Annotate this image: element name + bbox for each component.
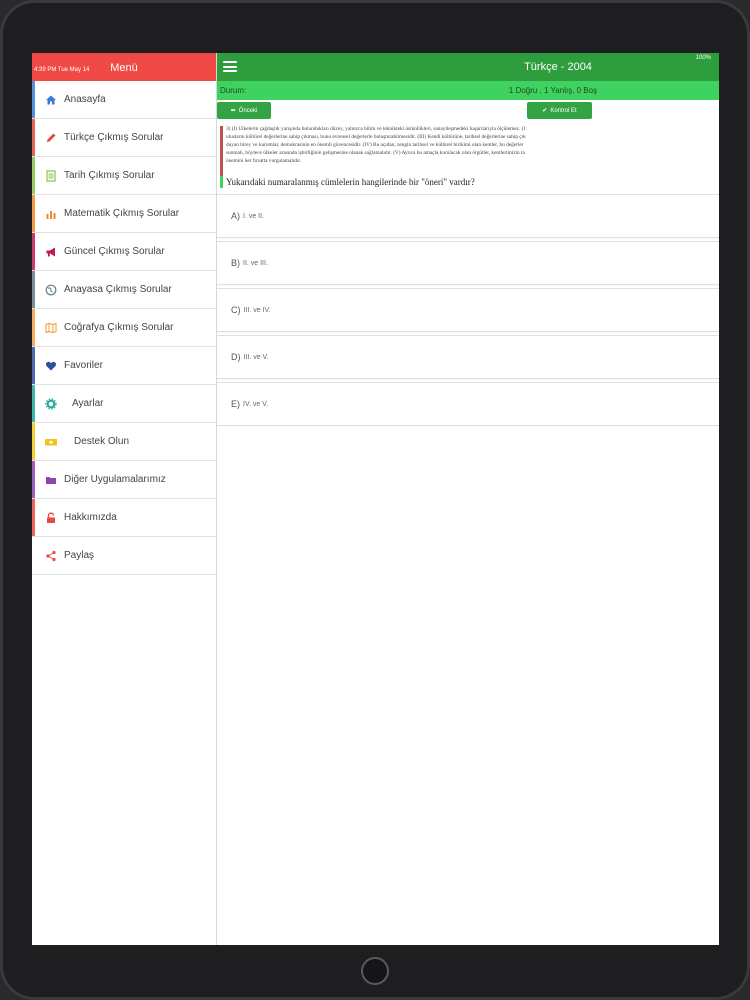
option-letter: E): [231, 399, 240, 409]
sidebar-item-label: Favoriler: [64, 360, 103, 371]
question-prompt-text: Yukarıdaki numaralanmış cümlelerin hangi…: [226, 177, 475, 187]
sidebar-item[interactable]: Güncel Çıkmış Sorular: [32, 233, 216, 271]
navbar: Türkçe - 2004 100%: [217, 53, 719, 81]
option-letter: B): [231, 258, 240, 268]
sidebar-item-label: Destek Olun: [74, 436, 130, 447]
answer-option[interactable]: B) II. ve III.: [217, 241, 719, 285]
sidebar-item-label: Ayarlar: [72, 398, 104, 409]
tablet-frame: 4:39 PM Tue May 14 Menü Anasayfa Türkçe Ç…: [0, 0, 750, 1000]
question-line: ulusların kültürel değerlerine sahip çık…: [226, 133, 526, 140]
sidebar-item-stripe: [32, 81, 35, 118]
money-icon: [44, 435, 58, 449]
sidebar-item-stripe: [32, 233, 35, 270]
answer-options: A) I. ve II. B) II. ve III. C) III. ve IV. D) I…: [217, 194, 719, 426]
sidebar-item-stripe: [32, 157, 35, 194]
bar-chart-icon: [44, 207, 58, 221]
sidebar-item-stripe: [32, 461, 35, 498]
sidebar-item[interactable]: Favoriler: [32, 347, 216, 385]
option-letter: C): [231, 305, 241, 315]
option-text: III. ve IV.: [243, 306, 271, 314]
question-line: duyan birey ve kurumlar, demokrasinin en…: [226, 141, 524, 148]
score-status-bar: Durum: 1 Doğru , 1 Yanlış, 0 Boş: [217, 81, 719, 100]
lock-icon: [44, 511, 58, 525]
share-icon: [44, 549, 58, 563]
sidebar-item-label: Türkçe Çıkmış Sorular: [64, 132, 164, 143]
sidebar-item[interactable]: Hakkımızda: [32, 499, 216, 537]
home-icon: [44, 93, 58, 107]
menu-list: Anasayfa Türkçe Çıkmış Sorular Tarih Çıkmı…: [32, 81, 216, 575]
megaphone-icon: [44, 245, 58, 259]
sidebar-header: 4:39 PM Tue May 14 Menü: [32, 53, 216, 81]
question-line: önemini her fırsatta vurgulamalıdır.: [226, 157, 302, 164]
sidebar-item-stripe: [32, 347, 35, 384]
gear-icon: [44, 397, 58, 411]
sidebar-item[interactable]: Coğrafya Çıkmış Sorular: [32, 309, 216, 347]
sidebar-item[interactable]: Anayasa Çıkmış Sorular: [32, 271, 216, 309]
option-letter: A): [231, 211, 240, 221]
sidebar-item-stripe: [32, 271, 35, 308]
page-title: Türkçe - 2004: [524, 61, 592, 73]
answer-option[interactable]: C) III. ve IV.: [217, 288, 719, 332]
sidebar-item-stripe: [32, 309, 35, 346]
folder-icon: [44, 473, 58, 487]
checkmark-icon: ✔: [542, 108, 548, 114]
sidebar-item-label: Matematik Çıkmış Sorular: [64, 208, 180, 219]
sidebar-item[interactable]: Anasayfa: [32, 81, 216, 119]
sidebar-item[interactable]: Türkçe Çıkmış Sorular: [32, 119, 216, 157]
question-text-box: 3) (I) Ülkelerin çağdaşlık yarışında bul…: [220, 126, 719, 176]
sidebar-item-label: Diğer Uygulamalarımız: [64, 474, 166, 485]
prompt-accent-bar: [220, 176, 223, 188]
heart-icon: [44, 359, 58, 373]
answer-option[interactable]: E) IV. ve V.: [217, 382, 719, 426]
action-buttons: ⬅ Önceki ✔ Kontrol Et: [217, 100, 719, 122]
sidebar-item-stripe: [32, 195, 35, 232]
option-text: III. ve V.: [243, 353, 269, 361]
sidebar-item-label: Güncel Çıkmış Sorular: [64, 246, 165, 257]
main-content: Türkçe - 2004 100% Durum: 1 Doğru , 1 Ya…: [217, 53, 719, 945]
sidebar-title: Menü: [110, 62, 138, 74]
home-button[interactable]: [361, 957, 389, 985]
previous-button[interactable]: ⬅ Önceki: [217, 102, 271, 119]
check-button-label: Kontrol Et: [550, 107, 577, 114]
option-text: II. ve III.: [243, 259, 268, 267]
sidebar-item-stripe: [32, 385, 35, 422]
sidebar-item-label: Hakkımızda: [64, 512, 117, 523]
sidebar-menu: 4:39 PM Tue May 14 Menü Anasayfa Türkçe Ç…: [32, 53, 217, 945]
map-icon: [44, 321, 58, 335]
option-letter: D): [231, 352, 241, 362]
answer-option[interactable]: A) I. ve II.: [217, 194, 719, 238]
sidebar-item[interactable]: Diğer Uygulamalarımız: [32, 461, 216, 499]
sidebar-item-label: Tarih Çıkmış Sorular: [64, 170, 155, 181]
sidebar-item-label: Coğrafya Çıkmış Sorular: [64, 322, 174, 333]
answer-option[interactable]: D) III. ve V.: [217, 335, 719, 379]
sidebar-item-stripe: [32, 119, 35, 156]
notepad-icon: [44, 169, 58, 183]
question-prompt: Yukarıdaki numaralanmış cümlelerin hangi…: [220, 176, 719, 188]
sidebar-item-stripe: [32, 499, 35, 536]
app-screen: 4:39 PM Tue May 14 Menü Anasayfa Türkçe Ç…: [32, 53, 719, 945]
battery-indicator: 100%: [695, 55, 711, 61]
sidebar-item-label: Paylaş: [64, 550, 95, 561]
question-line: 3) (I) Ülkelerin çağdaşlık yarışında bul…: [226, 126, 526, 132]
sidebar-item[interactable]: Tarih Çıkmış Sorular: [32, 157, 216, 195]
arrow-left-icon: ⬅: [230, 108, 236, 114]
check-answer-button[interactable]: ✔ Kontrol Et: [527, 102, 592, 119]
option-text: I. ve II.: [243, 212, 265, 220]
question-accent-bar: [220, 126, 223, 176]
question-line: sunmalı, böylece ülkeler arasında işbirl…: [226, 149, 525, 156]
status-value: 1 Doğru , 1 Yanlış, 0 Boş: [508, 86, 598, 95]
globe-icon: [44, 283, 58, 297]
previous-button-label: Önceki: [238, 107, 258, 114]
sidebar-item[interactable]: Paylaş: [32, 537, 216, 575]
sidebar-item-stripe: [32, 423, 35, 460]
sidebar-item-label: Anayasa Çıkmış Sorular: [64, 284, 172, 295]
sidebar-item[interactable]: Destek Olun: [32, 423, 216, 461]
sidebar-item[interactable]: Matematik Çıkmış Sorular: [32, 195, 216, 233]
option-text: IV. ve V.: [243, 400, 269, 408]
sidebar-item-label: Anasayfa: [64, 94, 106, 105]
sidebar-item[interactable]: Ayarlar: [32, 385, 216, 423]
pencil-icon: [44, 131, 58, 145]
